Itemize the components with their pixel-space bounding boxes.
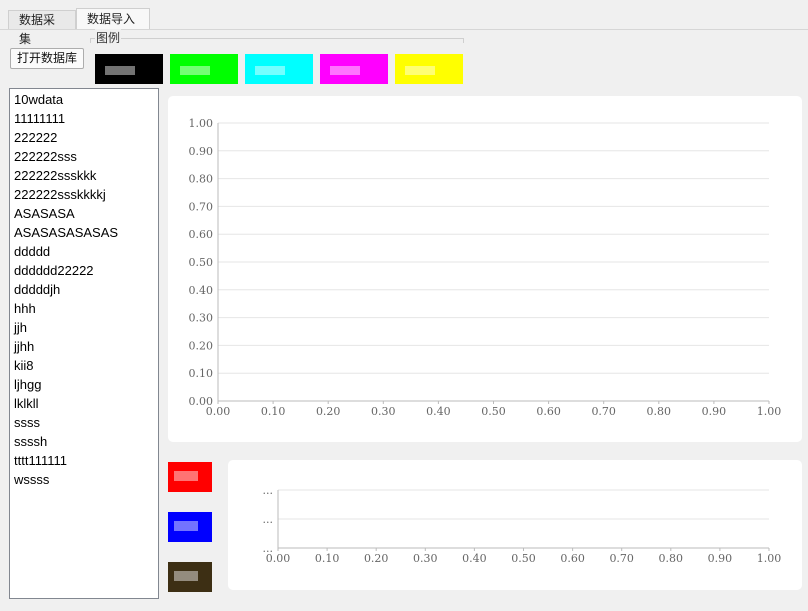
x-tick-label: 0.90 [702,405,727,418]
list-item[interactable]: ASASASA [10,204,158,223]
x-tick-label: 0.40 [426,405,451,418]
dataset-list[interactable]: 10wdata 11111111 222222 222222sss 222222sssk… [9,88,159,599]
x-tick-label: 0.30 [371,405,396,418]
side-color-block [168,462,212,492]
main-chart: 0.00 0.10 0.20 0.30 0.40 0.50 0.60 0.70 0.80 0.90… [189,117,782,418]
x-tick-label: 0.20 [316,405,341,418]
x-tick-label: 0.10 [315,552,340,565]
small-chart: .........0.00 0.10 0.20 0.30 0.40 0.50 0.60 0.7… [263,484,782,565]
list-item[interactable]: ssss [10,413,158,432]
list-item[interactable]: ASASASASASAS [10,223,158,242]
legend-swatch [95,54,163,84]
tab-bar: 数据采集 数据导入 [0,0,808,46]
x-tick-label: 0.70 [591,405,616,418]
y-tick-label: 0.60 [189,228,214,241]
list-item[interactable]: ssssh [10,432,158,451]
legend-swatch [245,54,313,84]
list-item[interactable]: hhh [10,299,158,318]
list-item[interactable]: lklkll [10,394,158,413]
x-tick-label: 0.00 [266,552,291,565]
list-item[interactable]: dddddd22222 [10,261,158,280]
list-item[interactable]: ddddd [10,242,158,261]
x-tick-label: 0.00 [206,405,231,418]
list-item[interactable]: jjh [10,318,158,337]
open-database-button[interactable]: 打开数据库 [10,48,84,69]
x-tick-label: 0.60 [536,405,561,418]
list-item[interactable]: wssss [10,470,158,489]
list-item[interactable]: 222222 [10,128,158,147]
y-tick-label: 0.30 [189,312,214,325]
list-item[interactable]: 11111111 [10,109,158,128]
legend-swatch [395,54,463,84]
side-color-block [168,512,212,542]
list-item[interactable]: 222222sss [10,147,158,166]
list-item[interactable]: tttt111111 [10,451,158,470]
x-tick-label: 0.10 [261,405,286,418]
y-tick-label: 0.20 [189,339,214,352]
x-tick-label: 0.20 [364,552,389,565]
x-tick-label: 1.00 [757,552,782,565]
x-tick-label: 0.80 [647,405,672,418]
y-tick-label: 0.70 [189,200,214,213]
y-tick-label: 0.50 [189,256,214,269]
list-item[interactable]: 222222ssskkk [10,166,158,185]
x-tick-label: 1.00 [757,405,782,418]
legend-swatch [170,54,238,84]
x-tick-label: 0.70 [609,552,634,565]
side-color-block [168,562,212,592]
x-tick-label: 0.50 [481,405,506,418]
y-tick-label: 0.80 [189,173,214,186]
y-tick-label: ... [263,513,274,526]
list-item[interactable]: dddddjh [10,280,158,299]
small-chart-panel: ......... 0.00 0.10 0.20 0.30 0.40 0.50 0.60 0.7… [228,460,802,590]
list-item[interactable]: jjhh [10,337,158,356]
x-tick-label: 0.50 [511,552,536,565]
x-tick-label: 0.40 [462,552,487,565]
list-item[interactable]: 10wdata [10,90,158,109]
legend-title: 图例 [95,29,122,46]
y-tick-label: 1.00 [189,117,214,130]
x-tick-label: 0.80 [659,552,684,565]
y-tick-label: 0.10 [189,367,214,380]
y-tick-label: ... [263,484,274,497]
legend-group: 图例 [90,29,464,90]
y-tick-label: 0.90 [189,145,214,158]
x-tick-label: 0.30 [413,552,438,565]
tab-divider [0,29,808,30]
legend-frame [90,38,464,43]
x-tick-label: 0.90 [708,552,733,565]
x-tick-label: 0.60 [560,552,585,565]
legend-swatch [320,54,388,84]
y-tick-label: 0.40 [189,284,214,297]
list-item[interactable]: kii8 [10,356,158,375]
list-item[interactable]: 222222ssskkkkj [10,185,158,204]
main-chart-panel: 0.00 0.10 0.20 0.30 0.40 0.50 0.60 0.70 0.80 0.90… [168,96,802,442]
tab-data-acquisition[interactable]: 数据采集 [8,10,76,46]
list-item[interactable]: ljhgg [10,375,158,394]
tab-data-import[interactable]: 数据导入 [76,8,150,30]
